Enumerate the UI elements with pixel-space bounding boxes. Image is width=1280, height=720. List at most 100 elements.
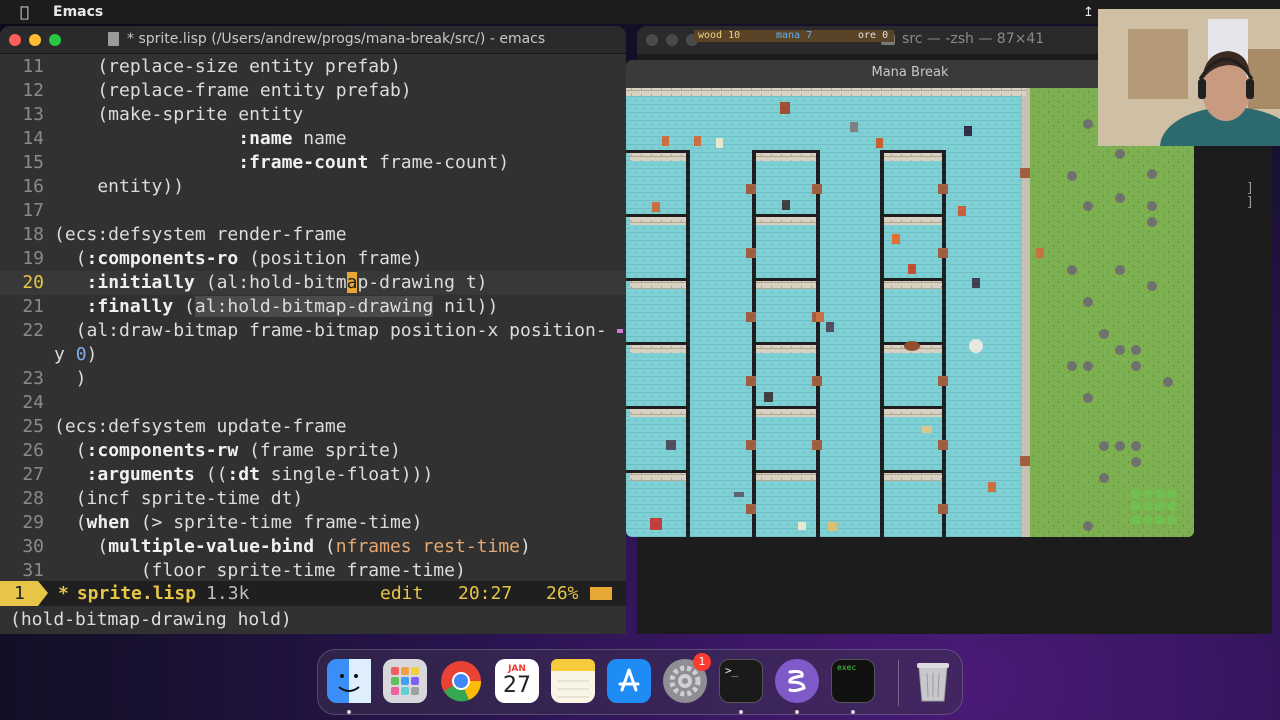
terminal-app-icon[interactable]: >_ xyxy=(719,659,763,703)
line-number-current: 20 xyxy=(22,272,44,293)
code-text: ) xyxy=(54,368,87,389)
app-store-icon[interactable] xyxy=(607,659,651,703)
terminal-prompt-glyph: >_ xyxy=(725,664,739,677)
code-text: (:components-ro (position frame) xyxy=(54,248,423,269)
line-number: 23 xyxy=(22,368,44,389)
cursor-position: 20:27 xyxy=(458,583,513,604)
code-line: 25 (ecs:defsystem update-frame xyxy=(0,415,626,439)
text-cursor: a xyxy=(346,272,358,293)
buffer-name[interactable]: sprite.lisp xyxy=(77,583,196,604)
code-line: 27 :arguments ((:dt single-float))) xyxy=(0,463,626,487)
line-number: 30 xyxy=(22,536,44,557)
line-number: 25 xyxy=(22,416,44,437)
line-number: 21 xyxy=(22,296,44,317)
code-text: (al:draw-bitmap frame-bitmap position-x … xyxy=(54,320,607,341)
code-text: (replace-size entity prefab) xyxy=(54,56,401,77)
buffer-modified-flag: * xyxy=(58,583,69,604)
code-line: 11 (replace-size entity prefab) xyxy=(0,55,626,79)
code-text: (multiple-value-bind (nframes rest-time) xyxy=(54,536,531,557)
minimize-icon[interactable] xyxy=(29,33,41,46)
code-text: entity)) xyxy=(54,176,185,197)
scroll-position-bar xyxy=(590,587,612,600)
emacs-title-text: * sprite.lisp (/Users/andrew/progs/mana-… xyxy=(127,31,546,47)
code-line: 28 (incf sprite-time dt) xyxy=(0,487,626,511)
emacs-modeline: 1 * sprite.lisp 1.3k edit 20:27 26% xyxy=(0,581,626,606)
exec-label: exec xyxy=(837,663,857,672)
modeline-separator xyxy=(38,581,48,606)
code-line: 19 (:components-ro (position frame) xyxy=(0,247,626,271)
code-text: (floor sprite-time frame-time) xyxy=(54,560,466,581)
code-text: (ecs:defsystem update-frame xyxy=(54,416,347,437)
trash-icon[interactable] xyxy=(911,659,955,703)
apple-menu-icon[interactable]:  xyxy=(20,3,29,21)
minimize-icon[interactable] xyxy=(666,34,678,46)
code-text: :arguments ((:dt single-float))) xyxy=(86,464,434,485)
line-number: 16 xyxy=(22,176,44,197)
code-text: (replace-frame entity prefab) xyxy=(54,80,412,101)
code-line: 12 (replace-frame entity prefab) xyxy=(0,79,626,103)
code-editor[interactable]: 11 (replace-size entity prefab) 12 (repl… xyxy=(0,55,626,607)
code-line: 23 ) xyxy=(0,367,626,391)
code-line: 14 :name name xyxy=(0,127,626,151)
code-text: :finally (al:hold-bitmap-drawing nil)) xyxy=(86,296,499,317)
code-text: y 0) xyxy=(54,344,98,365)
emacs-titlebar[interactable]: * sprite.lisp (/Users/andrew/progs/mana-… xyxy=(0,26,626,54)
stone-wall-right xyxy=(1022,88,1030,537)
menubar-app-name[interactable]: Emacs xyxy=(53,4,103,20)
code-text: (incf sprite-time dt) xyxy=(54,488,304,509)
notes-icon[interactable] xyxy=(551,659,595,703)
code-line: 13 (make-sprite entity xyxy=(0,103,626,127)
code-line: 17 xyxy=(0,199,626,223)
system-settings-icon[interactable]: 1 xyxy=(663,653,711,703)
code-line: 30 (multiple-value-bind (nframes rest-ti… xyxy=(0,535,626,559)
code-line: 21 :finally (al:hold-bitmap-drawing nil)… xyxy=(0,295,626,319)
menubar-status-area: ↥ xyxy=(1083,5,1094,20)
emacs-window: * sprite.lisp (/Users/andrew/progs/mana-… xyxy=(0,26,626,634)
line-number: 18 xyxy=(22,224,44,245)
line-number: 17 xyxy=(22,200,44,221)
terminal-window-controls xyxy=(646,34,698,46)
emacs-running-indicator xyxy=(795,710,799,714)
line-number: 24 xyxy=(22,392,44,413)
calendar-icon[interactable]: JAN 27 xyxy=(495,659,539,703)
emacs-window-title: * sprite.lisp (/Users/andrew/progs/mana-… xyxy=(108,31,545,47)
exec-app-icon[interactable]: exec xyxy=(831,659,875,703)
line-number: 31 xyxy=(22,560,44,581)
terminal-scroll-marks: ]] xyxy=(1246,181,1254,210)
terminal-title-text: src — -zsh — 87×41 xyxy=(902,31,1045,47)
code-text: (:components-rw (frame sprite) xyxy=(54,440,401,461)
buffer-size: 1.3k xyxy=(206,583,250,604)
minibuffer[interactable]: (hold-bitmap-drawing hold) xyxy=(0,606,626,634)
settings-notification-badge: 1 xyxy=(693,653,711,671)
code-text: (ecs:defsystem render-frame xyxy=(54,224,347,245)
finder-running-indicator xyxy=(347,710,351,714)
code-text: (when (> sprite-time frame-time) xyxy=(54,512,423,533)
chrome-icon[interactable] xyxy=(439,659,483,703)
game-canvas[interactable] xyxy=(626,88,1194,537)
editing-mode: edit xyxy=(380,583,424,604)
line-number: 28 xyxy=(22,488,44,509)
close-icon[interactable] xyxy=(9,33,21,46)
code-line-current: 20 :initially (al:hold-bitmap-drawing t) xyxy=(0,271,626,295)
code-text: (make-sprite entity xyxy=(54,104,304,125)
line-number: 12 xyxy=(22,80,44,101)
close-icon[interactable] xyxy=(646,34,658,46)
finder-icon[interactable] xyxy=(327,659,371,703)
menubar:  Emacs ↥ xyxy=(0,0,1280,24)
code-line-continuation: y 0) xyxy=(0,343,626,367)
document-icon xyxy=(108,32,119,46)
stone-wall-top xyxy=(626,88,1026,96)
input-source-icon[interactable]: ↥ xyxy=(1083,5,1094,20)
line-number: 27 xyxy=(22,464,44,485)
code-line: 15 :frame-count frame-count) xyxy=(0,151,626,175)
hud-ore: ore 0 xyxy=(854,30,894,42)
line-number: 26 xyxy=(22,440,44,461)
calendar-day: 27 xyxy=(503,673,531,698)
launchpad-icon[interactable] xyxy=(383,659,427,703)
maximize-icon[interactable] xyxy=(49,33,61,46)
webcam-overlay xyxy=(1098,9,1280,146)
code-text: :initially (al:hold-bitmap-drawing t) xyxy=(86,272,488,293)
line-number: 14 xyxy=(22,128,44,149)
window-number: 1 xyxy=(0,581,38,606)
emacs-app-icon[interactable] xyxy=(775,659,819,703)
